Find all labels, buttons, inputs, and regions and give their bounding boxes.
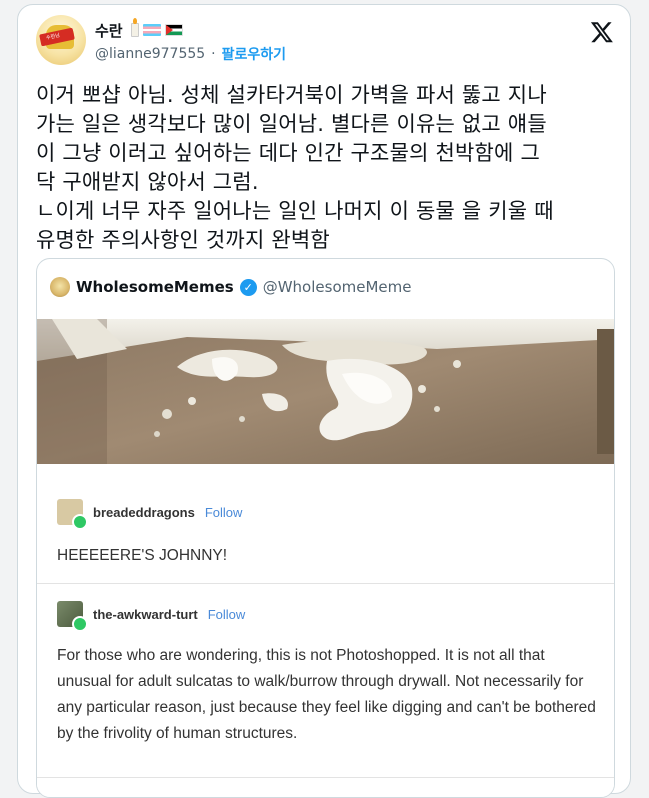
sync-badge-icon [72, 616, 88, 632]
quoted-tweet[interactable]: WholesomeMemes ✓ @WholesomeMeme breadedd… [36, 258, 615, 798]
tumblr-avatar-breadeddragons [57, 499, 88, 530]
tumblr-post-text: For those who are wondering, this is not… [57, 647, 596, 742]
quoted-author-name: WholesomeMemes [76, 278, 234, 296]
author-name-row: 수란 [95, 18, 183, 41]
tumblr-post-text: HEEEEERE'S JOHNNY! [57, 547, 228, 564]
quoted-author-handle: @WholesomeMeme [262, 278, 412, 296]
quoted-tweet-header: WholesomeMemes ✓ @WholesomeMeme [50, 277, 411, 297]
tumblr-avatar-awkward-turt [57, 601, 88, 632]
tumblr-follow-button: Follow [204, 504, 243, 520]
tweet-card: 수란님 수란 @lianne977555 · 팔로우하기 이거 뽀샵 아님. 성… [17, 4, 631, 798]
tortoise-drywall-photo [37, 319, 614, 464]
tweet-text: 이거 뽀샵 아님. 성체 설카타거북이 가벽을 파서 뚫고 지나 가는 일은 생… [36, 83, 554, 252]
author-handle[interactable]: @lianne977555 [95, 46, 205, 62]
tumblr-post-header-1: breadeddragons Follow [57, 499, 243, 530]
x-logo-icon[interactable] [590, 20, 614, 44]
tumblr-post-header-2: the-awkward-turt Follow [57, 601, 246, 632]
verified-badge-icon: ✓ [239, 278, 257, 296]
tumblr-divider [37, 777, 614, 778]
author-handle-row: @lianne977555 · 팔로우하기 [95, 44, 286, 64]
tumblr-username: breadeddragons [93, 504, 195, 520]
tumblr-divider [37, 583, 614, 584]
handle-separator: · [211, 46, 216, 62]
follow-button[interactable]: 팔로우하기 [222, 44, 286, 64]
trans-flag-icon [142, 24, 161, 36]
tumblr-follow-button: Follow [207, 606, 246, 622]
sync-badge-icon [72, 514, 88, 530]
author-avatar[interactable]: 수란님 [36, 15, 86, 65]
quoted-author-avatar [50, 277, 70, 297]
tumblr-username: the-awkward-turt [93, 606, 198, 622]
candle-emoji-icon [130, 18, 139, 37]
palestine-flag-icon [164, 24, 183, 36]
author-display-name[interactable]: 수란 [95, 20, 123, 41]
tumblr-thread: breadeddragons Follow HEEEEERE'S JOHNNY!… [37, 465, 614, 797]
